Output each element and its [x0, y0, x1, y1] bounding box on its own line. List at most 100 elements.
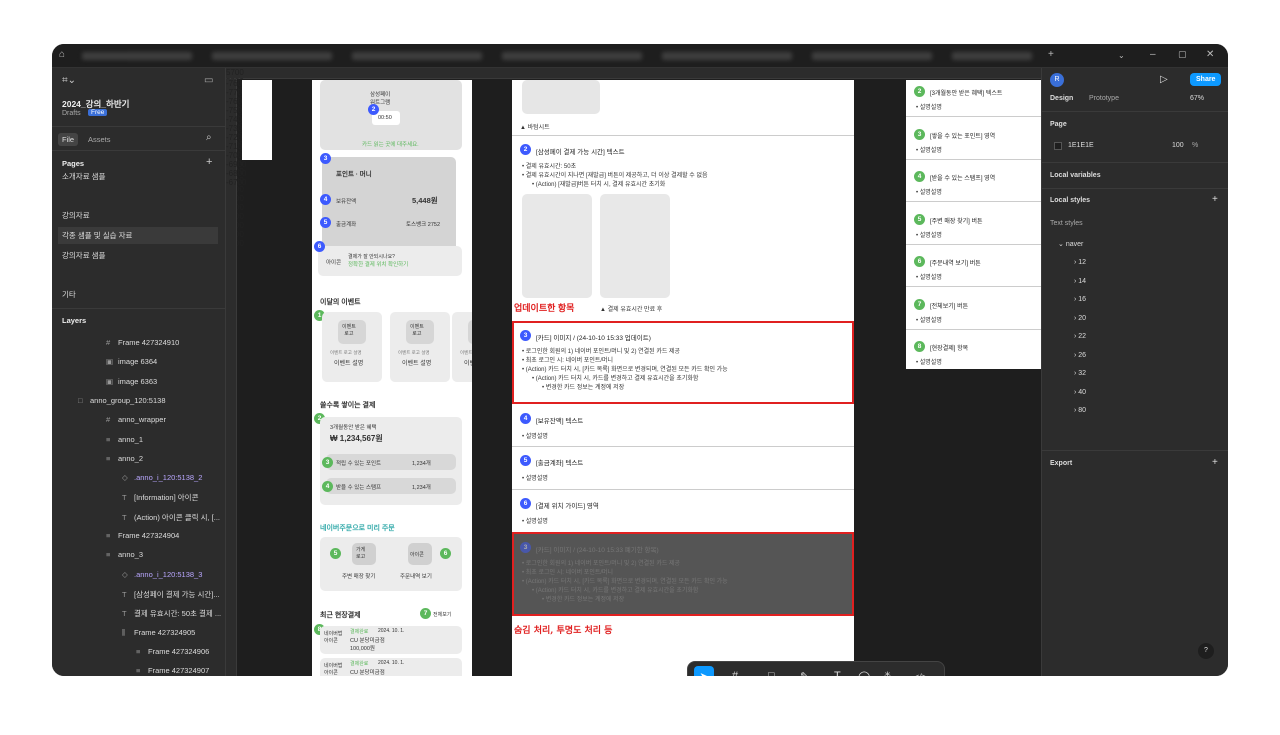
tab-file[interactable]: File	[58, 133, 79, 146]
comment-tool-icon[interactable]: ◯	[858, 670, 870, 676]
layer-item[interactable]: ≡ anno_2	[106, 454, 143, 463]
text-style-item[interactable]: › 16	[1074, 296, 1086, 303]
layer-item[interactable]: ◇ .anno_i_120:5138_2	[122, 473, 202, 482]
layer-item[interactable]: ▣ image 6364	[106, 357, 157, 366]
see-all-button[interactable]: 전체보기	[433, 611, 451, 618]
minimize-icon[interactable]: –	[1150, 49, 1156, 60]
dev-mode-icon[interactable]: </>	[914, 672, 927, 676]
new-tab-icon[interactable]: +	[1048, 49, 1054, 60]
guide-link[interactable]: 정확한 결제 위치 확인하기	[348, 260, 408, 268]
layer-type-icon: T	[122, 609, 127, 619]
layer-item[interactable]: ≡ anno_3	[106, 550, 143, 559]
maximize-icon[interactable]: ▢	[1178, 49, 1187, 60]
text-styles-label: Text styles	[1050, 220, 1083, 227]
spec-5-title: [출금계좌] 텍스트	[536, 460, 584, 467]
spec2-frame[interactable]: 2 [3개월동안 받은 혜택] 텍스트 • 설명설명 3 [쌓을 수 있는 포인트] 영…	[906, 80, 1041, 369]
layer-item[interactable]: ▣ image 6363	[106, 377, 157, 386]
event-logo-text: 이벤트 로고	[410, 324, 424, 337]
recent-row-status: 결제완료	[350, 661, 369, 667]
text-style-item[interactable]: › 12	[1074, 259, 1086, 266]
page-item[interactable]: 강의자료 샘플	[62, 250, 105, 261]
text-style-item[interactable]: › 40	[1074, 389, 1086, 396]
shape-tool-icon[interactable]: □	[768, 670, 775, 676]
page-item[interactable]: 강의자료	[62, 210, 90, 221]
layer-item[interactable]: T 결제 유효시간: 50초 결제 ...	[122, 608, 221, 619]
layer-item[interactable]: # Frame 427324910	[106, 338, 179, 347]
zoom-level[interactable]: 67%	[1190, 95, 1204, 102]
page-color-swatch[interactable]	[1054, 142, 1062, 150]
layer-item[interactable]: ≡ anno_1	[106, 435, 143, 444]
canvas[interactable]: 5700580059006000610062006300640065006600…	[226, 68, 1041, 676]
layer-item[interactable]: ≡ Frame 427324907	[136, 666, 209, 675]
layer-item[interactable]: T [Information] 아이콘	[122, 492, 198, 503]
page-opacity[interactable]: 100	[1172, 142, 1184, 149]
close-icon[interactable]: ✕	[1206, 49, 1214, 60]
naver-style-group[interactable]: ⌄ naver	[1058, 240, 1083, 248]
bottom-toolbar: ➤ ⌄ # □ ✎ T ◯ ⁂ </>	[687, 661, 945, 676]
layer-item[interactable]: ≡ Frame 427324906	[136, 647, 209, 656]
frame-tool-icon[interactable]: #	[732, 670, 738, 676]
text-tool-icon[interactable]: T	[834, 670, 841, 676]
spec-4-title: [보유잔액] 텍스트	[536, 418, 584, 425]
event-sub: 이벤트 로고 설명	[460, 350, 472, 355]
tab-assets[interactable]: Assets	[88, 135, 111, 144]
text-style-item[interactable]: › 32	[1074, 370, 1086, 377]
share-button[interactable]: Share	[1190, 73, 1222, 86]
home-icon[interactable]: ⌂	[59, 49, 65, 60]
pen-tool-icon[interactable]: ✎	[800, 670, 809, 676]
ruler-tick-label: -7100	[226, 142, 247, 151]
text-style-item[interactable]: › 80	[1074, 407, 1086, 414]
text-style-item[interactable]: › 22	[1074, 333, 1086, 340]
spec-frame[interactable]: ▲ 바텀시트 2 [삼성페이 결제 가능 시간] 텍스트 • 결제 유효시간: …	[512, 80, 854, 676]
layer-type-icon: ▣	[106, 376, 114, 386]
spec2-badge: 3	[914, 128, 925, 140]
text-style-item[interactable]: › 14	[1074, 278, 1086, 285]
stamps-row-label: 받을 수 있는 스탬프	[336, 485, 382, 491]
layer-item[interactable]: ⫼ Frame 427324905	[122, 628, 195, 638]
phone-frame[interactable]: 삼성페이 워트그램 00:50 2 카드 읽는 곳에 대주세요. 3 포인트 ·…	[312, 80, 472, 676]
tab-design[interactable]: Design	[1050, 95, 1073, 102]
avatar[interactable]: R	[1050, 73, 1064, 87]
add-export-icon[interactable]: +	[1212, 457, 1218, 468]
panel-toggle-icon[interactable]: ▭	[204, 75, 213, 86]
add-style-icon[interactable]: +	[1212, 194, 1218, 205]
layer-item[interactable]: □ anno_group_120:5138	[78, 396, 166, 405]
layer-item[interactable]: ≡ Frame 427324904	[106, 531, 179, 540]
layer-label: anno_group_120:5138	[90, 395, 166, 405]
layer-type-icon: ≡	[106, 453, 111, 463]
layer-item[interactable]: T [삼성페이 결제 가능 시간]...	[122, 589, 220, 600]
help-button[interactable]: ?	[1198, 643, 1214, 659]
order-history-button[interactable]: 주문내역 보기	[400, 572, 432, 580]
actions-tool-icon[interactable]: ⁂	[882, 670, 893, 676]
horizontal-ruler: 5700580059006000610062006300640065006600…	[226, 68, 1041, 248]
store-button[interactable]: 주변 매장 찾기	[342, 572, 375, 580]
spec2-badge: 6	[914, 256, 925, 267]
page-item[interactable]: 소개자료 샘플	[62, 171, 105, 182]
move-chevron-icon[interactable]: ⌄	[716, 674, 722, 676]
play-icon[interactable]: ▷	[1160, 74, 1168, 85]
page-item[interactable]: 각종 샘플 및 실습 자료	[58, 227, 218, 244]
chevron-down-icon[interactable]: ⌄	[1118, 51, 1125, 60]
page-item[interactable]: 기타	[62, 289, 76, 300]
export-title: Export	[1050, 460, 1073, 467]
layer-label: [삼성페이 결제 가능 시간]...	[134, 589, 220, 599]
layer-item[interactable]: T (Action) 아이콘 클릭 시, [...	[122, 512, 220, 523]
ruler-tick-label: -7600	[226, 97, 247, 106]
ruler-tick-label: -7200	[226, 133, 247, 142]
add-page-icon[interactable]: +	[206, 156, 212, 168]
layer-item[interactable]: ◇ .anno_i_120:5138_3	[122, 570, 202, 579]
store-logo-text: 가게 로고	[356, 547, 366, 560]
figma-menu-icon[interactable]: ⌗⌄	[62, 75, 76, 86]
tab-prototype[interactable]: Prototype	[1089, 95, 1119, 102]
local-variables[interactable]: Local variables	[1050, 172, 1101, 179]
page-color-value[interactable]: 1E1E1E	[1068, 142, 1094, 149]
spec-4-desc: • 설명설명	[522, 434, 548, 440]
text-style-item[interactable]: › 26	[1074, 352, 1086, 359]
order-card[interactable]	[320, 537, 462, 591]
text-style-item[interactable]: › 20	[1074, 315, 1086, 322]
search-icon[interactable]: ⌕	[206, 132, 212, 143]
small-frame[interactable]	[242, 80, 272, 160]
move-tool-icon[interactable]: ➤	[694, 666, 714, 676]
spec-badge-4: 4	[520, 413, 531, 424]
layer-item[interactable]: # anno_wrapper	[106, 415, 166, 424]
